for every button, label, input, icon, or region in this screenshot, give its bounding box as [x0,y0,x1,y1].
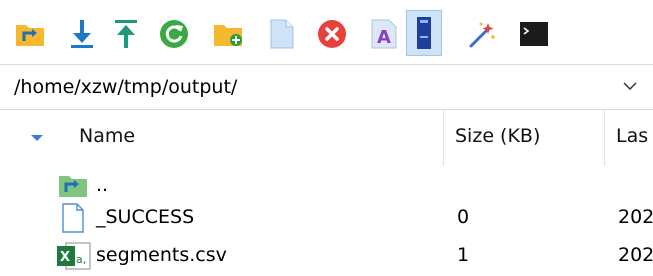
refresh-icon [160,20,188,48]
table-row[interactable]: X a, segments.csv 1 202 [0,238,653,275]
new-folder-icon [214,25,242,46]
new-file-button[interactable] [264,14,300,54]
column-header-size[interactable]: Size (KB) [455,125,540,147]
rename-button[interactable]: A [366,14,402,54]
properties-icon [417,17,431,49]
magic-wand-icon [469,22,495,48]
column-header: Name Size (KB) Las [0,110,653,166]
excel-csv-icon: X a, [57,242,91,270]
file-icon [62,203,84,233]
parent-folder-icon [16,25,44,46]
new-file-icon [270,19,294,49]
upload-button[interactable] [108,14,144,54]
properties-button[interactable] [406,10,442,56]
rename-icon: A [371,19,397,49]
toolbar: A [0,0,653,64]
delete-button[interactable] [314,14,350,54]
sort-arrow-icon[interactable] [30,133,44,143]
column-header-last-modified[interactable]: Las [616,125,648,147]
row-last-modified: 202 [618,206,653,228]
row-name: .. [96,174,109,196]
row-size: 1 [457,244,470,266]
svg-text:A: A [377,27,391,48]
path-input[interactable]: /home/xzw/tmp/output/ [14,76,237,98]
row-name: segments.csv [96,244,227,266]
column-divider[interactable] [443,110,444,166]
column-divider[interactable] [604,110,605,166]
terminal-button[interactable] [516,14,552,54]
chevron-down-icon[interactable] [621,77,639,95]
column-header-name[interactable]: Name [79,125,135,147]
path-bar[interactable]: /home/xzw/tmp/output/ [0,64,653,110]
magic-wand-button[interactable] [464,14,500,54]
parent-folder-button[interactable] [12,14,48,54]
table-row[interactable]: _SUCCESS 0 202 [0,200,653,237]
download-icon [71,20,93,48]
refresh-button[interactable] [156,14,192,54]
terminal-icon [520,22,548,46]
delete-icon [318,20,346,48]
svg-text:X: X [60,250,70,265]
row-name: _SUCCESS [96,206,195,228]
row-last-modified: 202 [618,244,653,266]
svg-text:a,: a, [76,253,86,266]
new-folder-button[interactable] [210,14,246,54]
upload-icon [115,20,137,48]
download-button[interactable] [64,14,100,54]
row-size: 0 [457,206,470,228]
parent-folder-icon [59,176,87,197]
